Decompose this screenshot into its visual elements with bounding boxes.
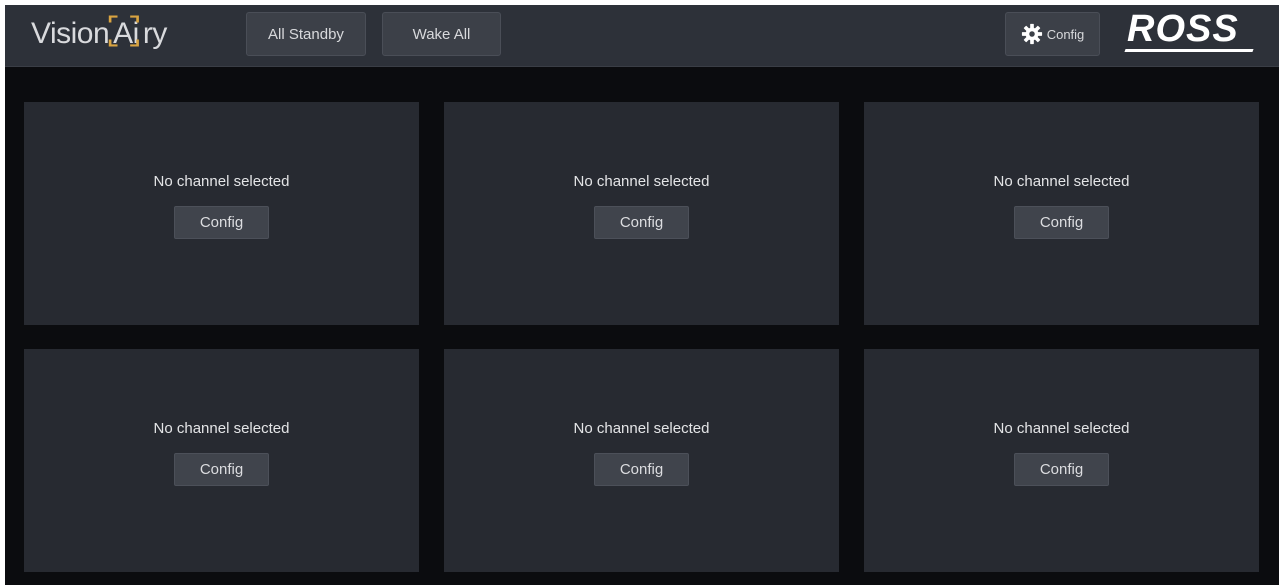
all-standby-button[interactable]: All Standby: [246, 12, 366, 56]
channel-status-text: No channel selected: [153, 420, 290, 437]
channel-config-button[interactable]: Config: [1014, 206, 1109, 239]
channel-config-button[interactable]: Config: [1014, 453, 1109, 486]
channel-panel-6: No channel selected Config: [864, 349, 1259, 572]
top-bar: Vision Ai ry All Standby Wake All Config…: [5, 5, 1279, 67]
logo-text-ry: ry: [142, 17, 168, 50]
wake-all-button[interactable]: Wake All: [382, 12, 501, 56]
channel-panel-3: No channel selected Config: [864, 102, 1259, 325]
ross-logo-text: ROSS: [1127, 8, 1239, 50]
channel-status-text: No channel selected: [573, 420, 710, 437]
channel-config-button[interactable]: Config: [174, 453, 269, 486]
app-window: Vision Ai ry All Standby Wake All Config…: [5, 5, 1279, 585]
ross-logo: ROSS: [1124, 8, 1255, 59]
global-config-label: Config: [1046, 26, 1085, 42]
channel-status-text: No channel selected: [993, 420, 1130, 437]
channel-status-text: No channel selected: [153, 173, 290, 190]
channel-config-button[interactable]: Config: [594, 453, 689, 486]
global-config-button[interactable]: Config: [1005, 12, 1100, 56]
ross-logo-underline: [1124, 49, 1254, 52]
channel-config-button[interactable]: Config: [594, 206, 689, 239]
channel-status-text: No channel selected: [573, 173, 710, 190]
logo-ai-mark: Ai: [108, 15, 142, 51]
gear-icon: [1021, 23, 1042, 45]
channel-panel-4: No channel selected Config: [24, 349, 419, 572]
channel-panel-2: No channel selected Config: [444, 102, 839, 325]
channel-config-button[interactable]: Config: [174, 206, 269, 239]
channel-status-text: No channel selected: [993, 173, 1130, 190]
channel-panel-1: No channel selected Config: [24, 102, 419, 325]
ai-bracket-icon: [108, 15, 140, 47]
wake-all-label: Wake All: [412, 25, 471, 43]
logo-text-vision: Vision: [31, 17, 110, 50]
all-standby-label: All Standby: [268, 25, 344, 43]
visionairy-logo: Vision Ai ry: [31, 8, 167, 60]
channel-panel-5: No channel selected Config: [444, 349, 839, 572]
